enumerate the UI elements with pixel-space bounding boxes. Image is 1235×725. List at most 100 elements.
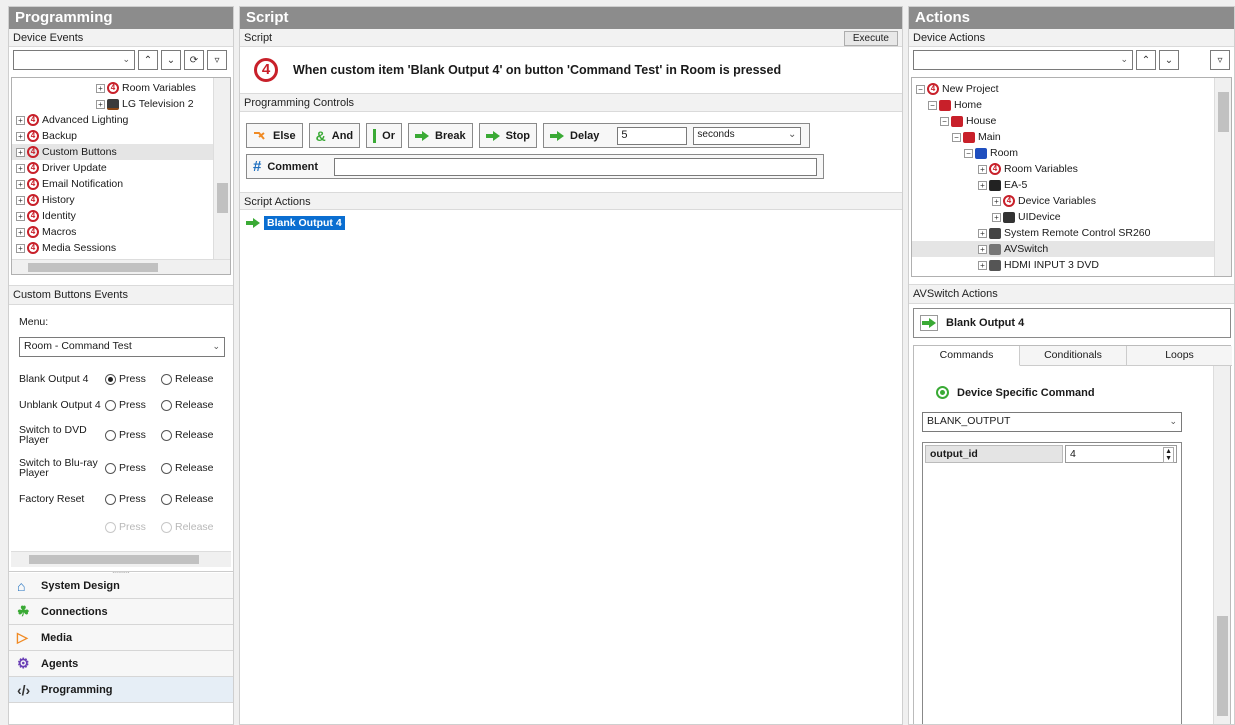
expand-icon[interactable]: + xyxy=(978,228,987,238)
event-release-option[interactable]: Release xyxy=(161,493,214,505)
device-events-tree[interactable]: +4 Room Variables + LG Television 2 +4 Advanc… xyxy=(11,77,231,275)
collapse-icon[interactable]: − xyxy=(928,100,937,110)
tree-item[interactable]: + AVSwitch xyxy=(912,241,1231,257)
tree-item[interactable]: − House xyxy=(912,113,1231,129)
command-select[interactable]: BLANK_OUTPUT ⌄ xyxy=(922,412,1182,432)
device-actions-tree[interactable]: −4 New Project − Home − House − Main − Room +4 Room… xyxy=(911,77,1232,277)
expand-icon[interactable]: + xyxy=(978,164,987,174)
delay-unit-select[interactable]: seconds ⌄ xyxy=(693,126,802,145)
expand-icon[interactable]: + xyxy=(992,196,1001,206)
tab-conditionals[interactable]: Conditionals xyxy=(1020,346,1127,366)
stop-button[interactable]: Stop xyxy=(478,123,538,148)
delay-value-input[interactable]: 5 xyxy=(617,126,688,145)
else-button[interactable]: Else xyxy=(246,123,303,148)
device-actions-search[interactable]: ⌄ xyxy=(913,50,1133,70)
event-press-option[interactable]: Press xyxy=(105,373,146,385)
tree-item[interactable]: + LG Television 2 xyxy=(12,96,230,112)
horizontal-scrollbar[interactable] xyxy=(12,259,230,274)
splitter[interactable]: ......... xyxy=(9,568,233,575)
filter-button[interactable]: ▿ xyxy=(207,50,227,70)
tree-item[interactable]: +4 Email Notification xyxy=(12,176,230,192)
spinner-icon[interactable]: ▲ ▼ xyxy=(1163,447,1174,463)
event-release-option[interactable]: Release xyxy=(161,399,214,411)
delay-button[interactable]: Delay 5 seconds ⌄ xyxy=(543,123,811,148)
expand-icon[interactable]: + xyxy=(16,179,25,189)
or-button[interactable]: Or xyxy=(366,123,402,148)
event-release-option[interactable]: Release xyxy=(161,429,214,441)
device-events-search[interactable]: ⌄ xyxy=(13,50,135,70)
expand-icon[interactable]: + xyxy=(96,83,105,93)
tab-loops[interactable]: Loops xyxy=(1127,346,1232,366)
tree-item[interactable]: +4 Device Variables xyxy=(912,193,1231,209)
tree-item[interactable]: +4 Driver Update xyxy=(12,160,230,176)
vertical-scrollbar[interactable] xyxy=(213,78,230,259)
nav-media[interactable]: ▷ Media xyxy=(9,625,233,651)
move-down-button[interactable]: ⌄ xyxy=(161,50,181,70)
expand-icon[interactable]: + xyxy=(16,163,25,173)
expand-icon[interactable]: + xyxy=(16,243,25,253)
control4-icon: 4 xyxy=(27,146,39,159)
comment-button[interactable]: # Comment xyxy=(246,154,824,179)
and-button[interactable]: & And xyxy=(308,123,361,148)
event-press-option[interactable]: Press xyxy=(105,399,146,411)
menu-select[interactable]: Room - Command Test ⌄ xyxy=(19,337,225,357)
nav-agents[interactable]: ⚙ Agents xyxy=(9,651,233,677)
tree-item[interactable]: −4 New Project xyxy=(912,81,1231,97)
nav-connections[interactable]: ☘ Connections xyxy=(9,599,233,625)
filter-button[interactable]: ▿ xyxy=(1210,50,1230,70)
events-horizontal-scrollbar[interactable] xyxy=(11,551,231,567)
script-action-item[interactable]: Blank Output 4 xyxy=(246,216,345,230)
refresh-button[interactable]: ⟳ xyxy=(184,50,204,70)
nav-system-design[interactable]: ⌂ System Design xyxy=(9,573,233,599)
device-specific-command-option[interactable]: Device Specific Command xyxy=(936,386,1095,399)
tree-item[interactable]: − Room xyxy=(912,145,1231,161)
expand-icon[interactable]: + xyxy=(16,131,25,141)
tree-item[interactable]: +4 Room Variables xyxy=(12,80,230,96)
tree-item[interactable]: +4 Macros xyxy=(12,224,230,240)
expand-icon[interactable]: + xyxy=(978,180,987,190)
expand-icon[interactable]: + xyxy=(16,227,25,237)
event-press-option[interactable]: Press xyxy=(105,493,146,505)
event-press-option[interactable]: Press xyxy=(105,429,146,441)
move-up-button[interactable]: ⌃ xyxy=(1136,50,1156,70)
vertical-scrollbar[interactable] xyxy=(1214,78,1231,276)
execute-button[interactable]: Execute xyxy=(843,31,898,46)
tree-item[interactable]: − Main xyxy=(912,129,1231,145)
event-release-option[interactable]: Release xyxy=(161,373,214,385)
tree-item[interactable]: +4 Identity xyxy=(12,208,230,224)
expand-icon[interactable]: + xyxy=(16,195,25,205)
tree-item[interactable]: +4 Advanced Lighting xyxy=(12,112,230,128)
collapse-icon[interactable]: − xyxy=(916,84,925,94)
collapse-icon[interactable]: − xyxy=(964,148,973,158)
tree-item[interactable]: + HDMI INPUT 3 DVD xyxy=(912,257,1231,273)
expand-icon[interactable]: + xyxy=(16,115,25,125)
nav-programming[interactable]: ‹/› Programming xyxy=(9,677,233,703)
collapse-icon[interactable]: − xyxy=(940,116,949,126)
expand-icon[interactable]: + xyxy=(992,212,1001,222)
tree-item[interactable]: + System Remote Control SR260 xyxy=(912,225,1231,241)
param-value-input[interactable]: 4 ▲ ▼ xyxy=(1065,445,1177,463)
move-up-button[interactable]: ⌃ xyxy=(138,50,158,70)
tree-item[interactable]: − Home xyxy=(912,97,1231,113)
event-press-option[interactable]: Press xyxy=(105,462,146,474)
tree-item[interactable]: + EA-5 xyxy=(912,177,1231,193)
tree-item[interactable]: +4 Room Variables xyxy=(912,161,1231,177)
collapse-icon[interactable]: − xyxy=(952,132,961,142)
commands-vertical-scrollbar[interactable] xyxy=(1213,366,1230,724)
expand-icon[interactable]: + xyxy=(978,244,987,254)
expand-icon[interactable]: + xyxy=(978,260,987,270)
expand-icon[interactable]: + xyxy=(96,99,105,109)
tab-commands[interactable]: Commands xyxy=(914,346,1020,366)
expand-icon[interactable]: + xyxy=(16,211,25,221)
tree-item[interactable]: + UIDevice xyxy=(912,209,1231,225)
selected-action[interactable]: Blank Output 4 xyxy=(913,308,1231,338)
expand-icon[interactable]: + xyxy=(16,147,25,157)
tree-item[interactable]: +4 Custom Buttons xyxy=(12,144,230,160)
move-down-button[interactable]: ⌄ xyxy=(1159,50,1179,70)
tree-item[interactable]: +4 Backup xyxy=(12,128,230,144)
comment-input[interactable] xyxy=(334,157,817,176)
break-button[interactable]: Break xyxy=(408,123,473,148)
tree-item[interactable]: +4 Media Sessions xyxy=(12,240,230,256)
event-release-option[interactable]: Release xyxy=(161,462,214,474)
tree-item[interactable]: +4 History xyxy=(12,192,230,208)
